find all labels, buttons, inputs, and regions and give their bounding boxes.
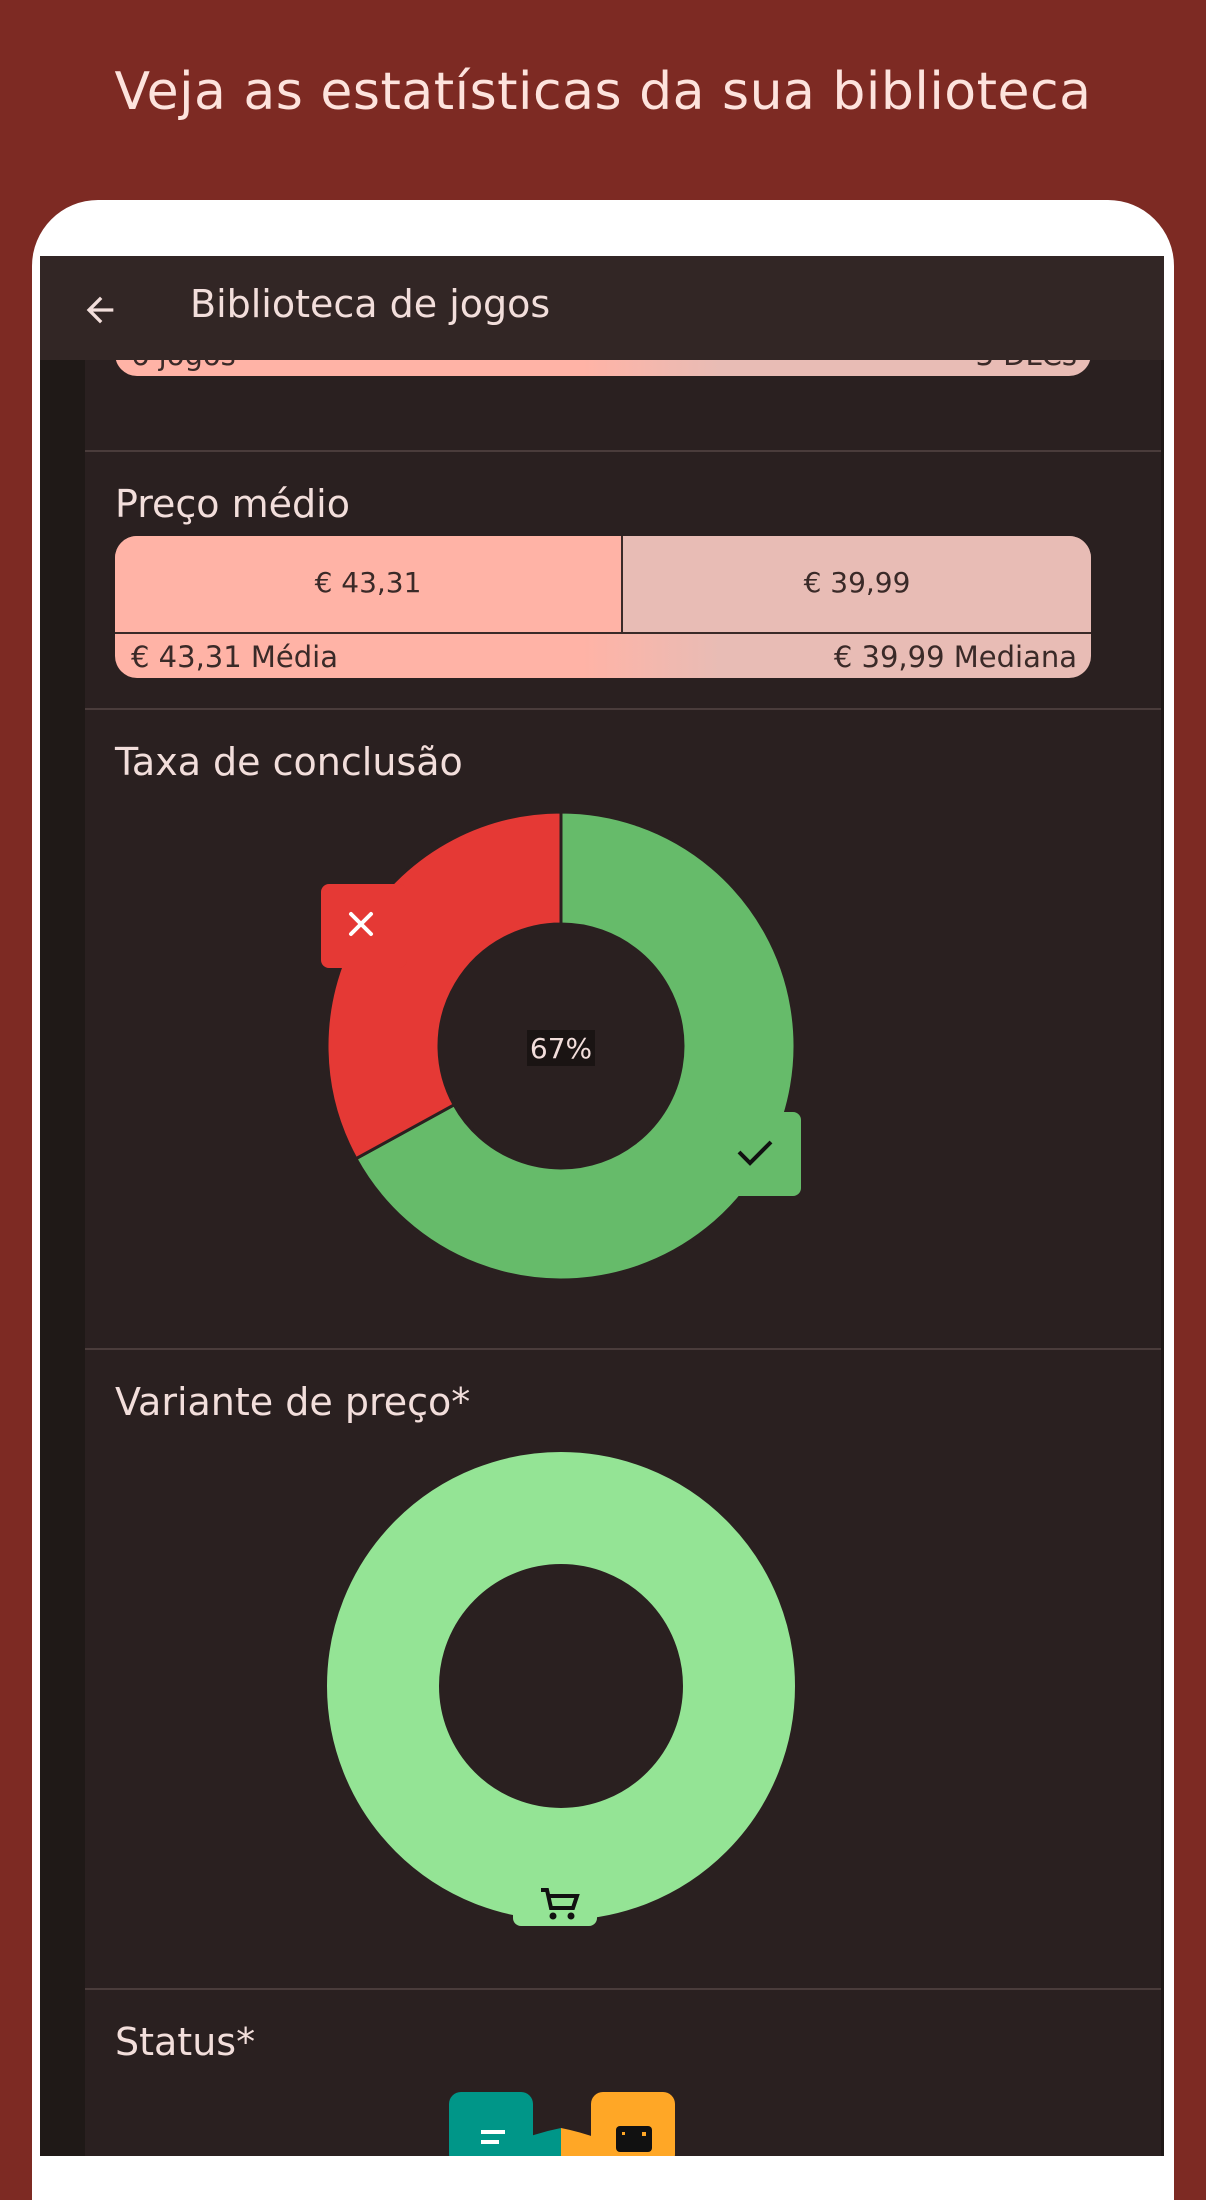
status-chart — [321, 2086, 801, 2156]
median-price-bar: € 39,99 — [623, 536, 1091, 634]
median-price-label: € 39,99 Mediana — [833, 640, 1077, 674]
app-bar-title: Biblioteca de jogos — [190, 282, 551, 326]
divider — [85, 1348, 1161, 1350]
status-title: Status* — [115, 2020, 256, 2064]
gamepad-icon — [616, 2126, 652, 2152]
status-list-badge — [449, 2092, 533, 2156]
average-price-value: € 43,31 — [314, 566, 422, 599]
variant-slice-cart — [327, 1452, 795, 1920]
app-screen: Biblioteca de jogos 6 jogos 3 DLCs Preço… — [40, 256, 1164, 2156]
divider — [85, 708, 1161, 710]
average-price-title: Preço médio — [115, 482, 350, 526]
price-variant-title: Variante de preço* — [115, 1380, 471, 1424]
completion-slice-incomplete — [325, 810, 563, 1161]
completion-chart: 67% — [321, 806, 801, 1286]
average-price-label: € 43,31 Média — [131, 640, 339, 674]
divider — [85, 450, 1161, 452]
average-price-bar: € 43,31 — [115, 536, 623, 634]
completion-center-label: 67% — [530, 1032, 592, 1065]
price-variant-chart — [321, 1446, 801, 1926]
average-price-card: € 43,31 € 39,99 € 43,31 Média € 39,99 Me… — [115, 536, 1091, 678]
completion-rate-title: Taxa de conclusão — [115, 740, 463, 784]
median-price-value: € 39,99 — [803, 566, 911, 599]
app-bar: Biblioteca de jogos — [40, 256, 1164, 360]
stats-content[interactable]: 6 jogos 3 DLCs Preço médio € 43,31 € 39,… — [85, 256, 1161, 2156]
back-arrow-icon[interactable] — [80, 290, 120, 330]
promo-title: Veja as estatísticas da sua biblioteca — [114, 62, 1092, 122]
variant-badge — [513, 1882, 597, 1926]
divider — [85, 1988, 1161, 1990]
